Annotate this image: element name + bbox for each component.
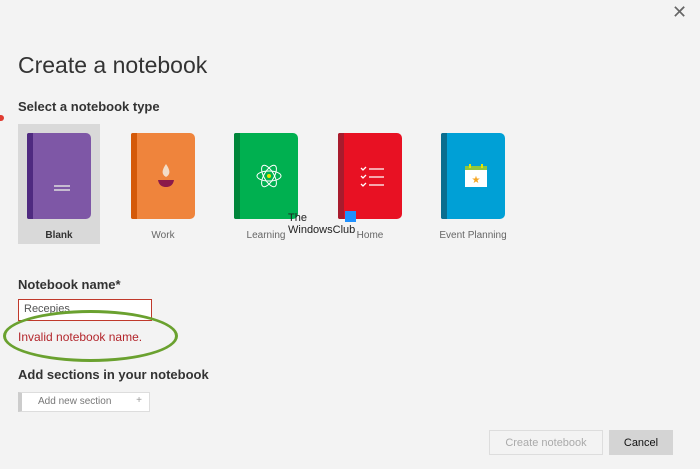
highlight-ellipse bbox=[3, 310, 178, 362]
checklist-icon bbox=[344, 133, 402, 219]
plus-icon: + bbox=[136, 395, 142, 406]
type-label: Event Planning bbox=[439, 230, 507, 241]
lines-icon bbox=[33, 133, 91, 219]
atom-icon bbox=[240, 133, 298, 219]
type-event-planning[interactable]: ★ Event Planning bbox=[432, 124, 514, 244]
windows-logo-icon bbox=[345, 211, 356, 222]
add-section-button[interactable]: Add new section + bbox=[18, 392, 150, 412]
close-icon[interactable]: ✕ bbox=[672, 2, 687, 23]
type-label: Blank bbox=[45, 230, 73, 241]
calendar-star-icon: ★ bbox=[447, 133, 505, 219]
sections-heading: Add sections in your notebook bbox=[18, 367, 209, 382]
add-section-label: Add new section bbox=[38, 396, 112, 407]
indicator-dot bbox=[0, 115, 4, 121]
type-work[interactable]: Work bbox=[122, 124, 204, 244]
svg-text:★: ★ bbox=[472, 175, 481, 186]
type-heading: Select a notebook type bbox=[18, 99, 160, 114]
dialog-title: Create a notebook bbox=[18, 52, 208, 78]
name-label: Notebook name* bbox=[18, 277, 121, 292]
create-notebook-button[interactable]: Create notebook bbox=[489, 430, 603, 455]
coffee-cup-icon bbox=[137, 133, 195, 219]
cancel-button[interactable]: Cancel bbox=[609, 430, 673, 455]
type-blank[interactable]: Blank bbox=[18, 124, 100, 244]
type-label: Work bbox=[151, 230, 175, 241]
